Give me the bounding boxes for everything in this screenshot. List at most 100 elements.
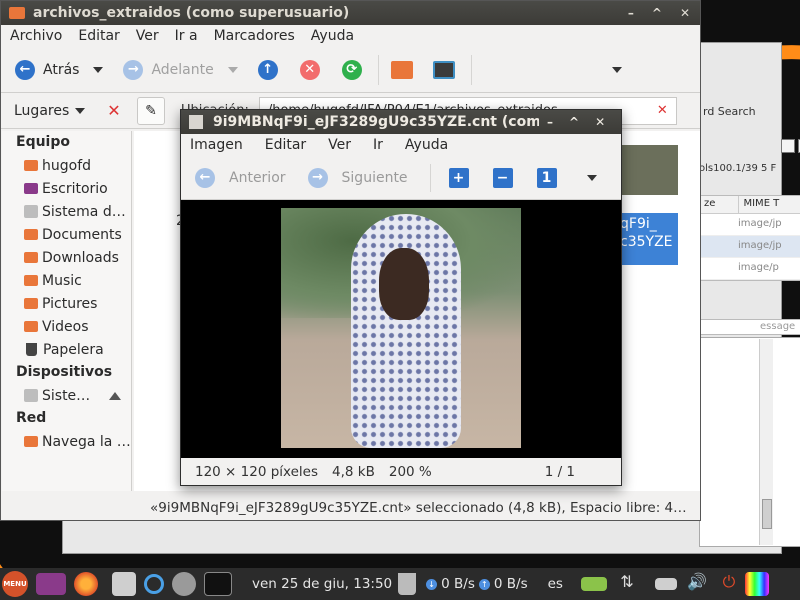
zoom-in-button[interactable]: + — [448, 167, 469, 188]
viewer-titlebar[interactable]: 9i9MBNqF9i_eJF3289gU9c35YZE.cnt (como – … — [181, 110, 621, 134]
sidebar-item-sistema[interactable]: Sistema d… — [2, 200, 131, 223]
sidebar-item-music[interactable]: Music — [2, 269, 131, 292]
power-icon[interactable]: ⏻ — [717, 572, 741, 596]
stop-button[interactable]: ✕ — [299, 59, 320, 80]
keyboard-layout[interactable]: es — [548, 576, 563, 592]
trash-icon[interactable] — [398, 573, 417, 595]
sidebar-item-downloads[interactable]: Downloads — [2, 246, 131, 269]
sidebar-item-hugofd[interactable]: hugofd — [2, 154, 131, 177]
menu-ver[interactable]: Ver — [328, 137, 351, 153]
previous-label: Anterior — [229, 169, 286, 186]
close-button[interactable]: ✕ — [680, 6, 690, 20]
message-field[interactable]: essage — [699, 319, 800, 335]
battery-icon[interactable] — [654, 578, 677, 590]
file-manager-launcher-icon[interactable] — [36, 573, 66, 595]
trash-icon — [26, 343, 37, 356]
files-launcher-icon[interactable] — [112, 572, 136, 596]
drive-icon[interactable] — [580, 577, 607, 591]
home-folder-button[interactable] — [390, 60, 413, 79]
close-sidebar-icon[interactable]: ✕ — [107, 101, 120, 120]
scrollbar[interactable] — [759, 339, 773, 545]
eject-icon[interactable] — [109, 391, 121, 400]
minimize-button[interactable]: – — [547, 115, 553, 129]
sidebar-item-sistema-device[interactable]: Siste… — [2, 384, 131, 407]
back-history-dropdown[interactable] — [93, 66, 104, 73]
selected-file-label[interactable]: qF9i_ c35YZE — [618, 213, 678, 265]
close-button[interactable]: ✕ — [595, 115, 605, 129]
firefox-icon[interactable] — [74, 572, 98, 596]
file-thumbnail[interactable] — [618, 145, 678, 195]
back-button[interactable]: ← Atrás — [15, 59, 79, 80]
folder-icon — [24, 298, 38, 309]
image-icon — [189, 115, 203, 129]
sidebar-item-documents[interactable]: Documents — [2, 223, 131, 246]
menu-editar[interactable]: Editar — [78, 28, 119, 44]
edit-location-button[interactable]: ✎ — [137, 96, 165, 125]
sidebar-item-papelera[interactable]: Papelera — [2, 338, 131, 361]
image-canvas[interactable] — [181, 200, 621, 458]
zoom-out-button[interactable]: − — [492, 167, 513, 188]
toolbar-separator — [470, 54, 472, 85]
menu-ver[interactable]: Ver — [136, 28, 159, 44]
menu-marcadores[interactable]: Marcadores — [214, 28, 295, 44]
table-row[interactable]: image/jp — [700, 214, 800, 236]
terminal-icon[interactable] — [204, 572, 232, 596]
menu-ir[interactable]: Ir — [373, 137, 383, 153]
scrollbar-thumb[interactable] — [762, 499, 772, 529]
sidebar-item-network[interactable]: Navega la … — [2, 430, 131, 453]
previous-button[interactable]: ← Anterior — [195, 167, 286, 188]
clear-location-icon[interactable]: ✕ — [657, 103, 676, 118]
next-button[interactable]: → Siguiente — [307, 167, 408, 188]
column-header[interactable]: ze — [700, 196, 740, 213]
gear-icon[interactable] — [172, 572, 196, 596]
menu-ir-a[interactable]: Ir a — [175, 28, 198, 44]
toolbar: ← Atrás → Adelante ↑ ✕ ⟳ — [1, 47, 700, 93]
folder-icon — [24, 275, 38, 286]
color-picker-icon[interactable] — [744, 572, 769, 596]
background-search-label[interactable]: rd Search — [703, 105, 756, 118]
arrow-left-icon: ← — [15, 59, 35, 80]
window-controls: – ^ ✕ — [628, 6, 690, 20]
forward-button[interactable]: → Adelante — [123, 59, 214, 80]
menu-editar[interactable]: Editar — [265, 137, 306, 153]
sidebar-item-label: Siste… — [42, 387, 91, 404]
menubar: Archivo Editar Ver Ir a Marcadores Ayuda — [1, 25, 700, 47]
clock[interactable]: ven 25 de giu, 13:50 — [252, 576, 392, 592]
forward-history-dropdown[interactable] — [227, 66, 238, 73]
sidebar-item-label: Navega la … — [42, 433, 131, 450]
maximize-button[interactable]: ^ — [652, 6, 662, 20]
toolbar-overflow-dropdown[interactable] — [611, 66, 622, 73]
sidebar-item-label: Documents — [42, 226, 122, 243]
sidebar-item-videos[interactable]: Videos — [2, 315, 131, 338]
toolbar-overflow-dropdown[interactable] — [586, 174, 597, 181]
sidebar-item-pictures[interactable]: Pictures — [2, 292, 131, 315]
menu-archivo[interactable]: Archivo — [10, 28, 62, 44]
menu-button[interactable]: MENU — [2, 571, 28, 597]
volume-icon[interactable]: 🔊 — [685, 572, 709, 596]
menu-ayuda[interactable]: Ayuda — [311, 28, 354, 44]
up-button[interactable]: ↑ — [257, 59, 278, 80]
menu-imagen[interactable]: Imagen — [190, 137, 243, 153]
menu-ayuda[interactable]: Ayuda — [405, 137, 448, 153]
file-manager-titlebar[interactable]: archivos_extraidos (como superusuario) –… — [1, 1, 700, 25]
table-row[interactable]: image/jp — [700, 236, 800, 258]
maximize-button[interactable]: ^ — [569, 115, 579, 129]
computer-button[interactable] — [432, 60, 455, 79]
table-row[interactable]: image/p — [700, 258, 800, 280]
drive-icon — [24, 389, 38, 402]
image-file-size: 4,8 kB — [332, 463, 375, 480]
normal-size-button[interactable]: 1 — [536, 167, 557, 188]
reload-button[interactable]: ⟳ — [341, 59, 362, 80]
sidebar-item-label: Downloads — [42, 249, 119, 266]
minimize-button[interactable] — [781, 139, 795, 153]
network-transfer-icon[interactable]: ⇅ — [615, 572, 639, 596]
minimize-button[interactable]: – — [628, 6, 634, 20]
column-header[interactable]: MIME T — [739, 196, 800, 213]
folder-icon — [24, 229, 38, 240]
places-selector[interactable]: Lugares ✕ — [1, 101, 133, 120]
sidebar-item-label: Videos — [42, 318, 89, 335]
sidebar-item-label: Sistema d… — [42, 203, 126, 220]
search-icon[interactable] — [144, 574, 164, 594]
sidebar-item-escritorio[interactable]: Escritorio — [2, 177, 131, 200]
background-info-text: ols100.1/39 5 F — [699, 163, 777, 174]
